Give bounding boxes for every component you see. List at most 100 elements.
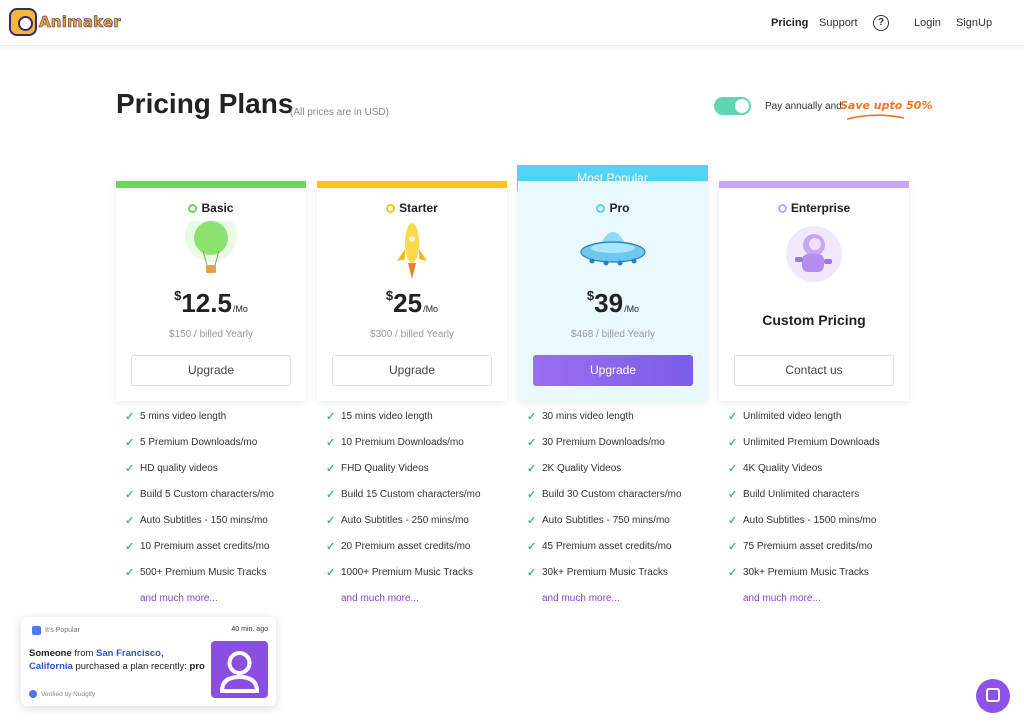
upgrade-button[interactable]: Upgrade bbox=[131, 355, 291, 386]
feature-item: ✓ 75 Premium asset credits/mo bbox=[728, 541, 873, 553]
check-icon: ✓ bbox=[125, 411, 135, 423]
social-proof-toast[interactable]: It's Popular 40 min. ago Someone from Sa… bbox=[21, 617, 276, 706]
feature-item: ✓ Build 30 Custom characters/mo bbox=[527, 489, 682, 501]
plan-accent-bar bbox=[116, 181, 306, 188]
plan-title: Basic bbox=[116, 201, 306, 215]
feature-list-pro: ✓ 30 mins video length ✓ 30 Premium Downlo… bbox=[527, 411, 727, 604]
plan-dot-icon bbox=[596, 204, 606, 213]
feature-item: ✓ Build 15 Custom characters/mo bbox=[326, 489, 481, 501]
feature-item: ✓ FHD Quality Videos bbox=[326, 463, 429, 475]
feature-item: ✓ Unlimited Premium Downloads bbox=[728, 437, 880, 449]
and-much-more-link[interactable]: and much more... bbox=[326, 593, 526, 604]
verified-badge: Verified by Nudgify bbox=[29, 690, 95, 698]
thumbs-up-icon bbox=[32, 626, 41, 635]
and-much-more-link[interactable]: and much more... bbox=[125, 593, 325, 604]
billed-yearly-text: $468 / billed Yearly bbox=[571, 329, 655, 340]
feature-item: ✓ Auto Subtitles - 150 mins/mo bbox=[125, 515, 268, 527]
page-subtitle: (All prices are in USD) bbox=[290, 107, 389, 118]
plan-card-pro: Pro $39/Mo $468 / billed Yearly Upgrade bbox=[518, 181, 708, 401]
feature-item: ✓ HD quality videos bbox=[125, 463, 218, 475]
check-icon: ✓ bbox=[125, 541, 135, 553]
nav-support-link[interactable]: Support bbox=[819, 17, 858, 29]
check-icon: ✓ bbox=[326, 541, 336, 553]
upgrade-button[interactable]: Upgrade bbox=[533, 355, 693, 386]
plan-price: $39/Mo bbox=[518, 288, 708, 319]
check-icon: ✓ bbox=[527, 437, 537, 449]
plan-card-starter: Starter $25/Mo $300 / billed Yearly Upgr… bbox=[317, 181, 507, 401]
plan-name: Basic bbox=[201, 201, 234, 215]
contact-us-button[interactable]: Contact us bbox=[734, 355, 894, 386]
check-icon: ✓ bbox=[728, 437, 738, 449]
astronaut-icon bbox=[786, 226, 842, 282]
feature-list-basic: ✓ 5 mins video length ✓ 5 Premium Download… bbox=[125, 411, 325, 604]
help-icon[interactable]: ? bbox=[873, 15, 889, 31]
feature-item: ✓ Auto Subtitles - 250 mins/mo bbox=[326, 515, 469, 527]
feature-item: ✓ 30 Premium Downloads/mo bbox=[527, 437, 665, 449]
toast-message: Someone from San Francisco, California p… bbox=[29, 648, 205, 672]
check-icon: ✓ bbox=[728, 515, 738, 527]
page-title: Pricing Plans bbox=[116, 88, 294, 119]
plan-title: Starter bbox=[317, 201, 507, 215]
plan-dot-icon bbox=[777, 204, 787, 213]
feature-list-enterprise: ✓ Unlimited video length ✓ Unlimited Premi… bbox=[728, 411, 928, 604]
nav-login-link[interactable]: Login bbox=[914, 17, 941, 29]
chat-launcher-button[interactable] bbox=[976, 679, 1010, 713]
plan-price: $25/Mo bbox=[317, 288, 507, 319]
nav-pricing-link[interactable]: Pricing bbox=[771, 17, 808, 29]
check-icon: ✓ bbox=[326, 515, 336, 527]
and-much-more-link[interactable]: and much more... bbox=[527, 593, 727, 604]
check-icon: ✓ bbox=[125, 437, 135, 449]
feature-item: ✓ 1000+ Premium Music Tracks bbox=[326, 567, 473, 579]
feature-item: ✓ Build Unlimited characters bbox=[728, 489, 860, 501]
price-amount: 25 bbox=[393, 288, 423, 318]
price-period: /Mo bbox=[624, 304, 640, 314]
animaker-logo[interactable]: Animaker bbox=[9, 8, 121, 36]
feature-item: ✓ 15 mins video length bbox=[326, 411, 433, 423]
check-icon: ✓ bbox=[728, 567, 738, 579]
hot-air-balloon-icon bbox=[185, 221, 237, 273]
and-much-more-link[interactable]: and much more... bbox=[728, 593, 928, 604]
feature-item: ✓ 500+ Premium Music Tracks bbox=[125, 567, 267, 579]
save-underline-icon bbox=[846, 114, 905, 120]
price-period: /Mo bbox=[423, 304, 439, 314]
feature-item: ✓ Auto Subtitles - 750 mins/mo bbox=[527, 515, 670, 527]
plan-name: Pro bbox=[609, 201, 630, 215]
billed-yearly-text: $300 / billed Yearly bbox=[370, 329, 454, 340]
feature-item: ✓ Build 5 Custom characters/mo bbox=[125, 489, 274, 501]
logo-text: Animaker bbox=[39, 13, 121, 32]
check-icon: ✓ bbox=[326, 463, 336, 475]
check-icon: ✓ bbox=[125, 567, 135, 579]
feature-item: ✓ 2K Quality Videos bbox=[527, 463, 622, 475]
plan-card-enterprise: Enterprise Custom Pricing Contact us bbox=[719, 181, 909, 401]
feature-item: ✓ 4K Quality Videos bbox=[728, 463, 823, 475]
feature-item: ✓ 5 mins video length bbox=[125, 411, 227, 423]
plan-dot-icon bbox=[188, 204, 198, 213]
feature-item: ✓ 5 Premium Downloads/mo bbox=[125, 437, 258, 449]
price-amount: 12.5 bbox=[181, 288, 232, 318]
feature-item: ✓ 30 mins video length bbox=[527, 411, 634, 423]
plan-title: Pro bbox=[518, 201, 708, 215]
check-icon: ✓ bbox=[527, 489, 537, 501]
toggle-knob bbox=[735, 99, 749, 113]
check-icon: ✓ bbox=[728, 463, 738, 475]
check-icon: ✓ bbox=[527, 463, 537, 475]
billing-toggle[interactable] bbox=[714, 97, 751, 115]
feature-item: ✓ Unlimited video length bbox=[728, 411, 842, 423]
plan-accent-bar bbox=[719, 181, 909, 188]
check-icon: ✓ bbox=[728, 541, 738, 553]
toast-time: 40 min. ago bbox=[231, 626, 268, 633]
plan-name: Starter bbox=[399, 201, 438, 215]
upgrade-button[interactable]: Upgrade bbox=[332, 355, 492, 386]
price-amount: 39 bbox=[594, 288, 624, 318]
nav-signup-link[interactable]: SignUp bbox=[956, 17, 992, 29]
feature-item: ✓ 30k+ Premium Music Tracks bbox=[728, 567, 869, 579]
plan-accent-bar bbox=[317, 181, 507, 188]
chat-icon bbox=[986, 688, 1000, 702]
check-icon: ✓ bbox=[326, 489, 336, 501]
feature-item: ✓ 20 Premium asset credits/mo bbox=[326, 541, 471, 553]
feature-item: ✓ 10 Premium Downloads/mo bbox=[326, 437, 464, 449]
check-icon: ✓ bbox=[125, 515, 135, 527]
check-icon: ✓ bbox=[527, 411, 537, 423]
check-icon: ✓ bbox=[728, 489, 738, 501]
check-icon: ✓ bbox=[527, 541, 537, 553]
